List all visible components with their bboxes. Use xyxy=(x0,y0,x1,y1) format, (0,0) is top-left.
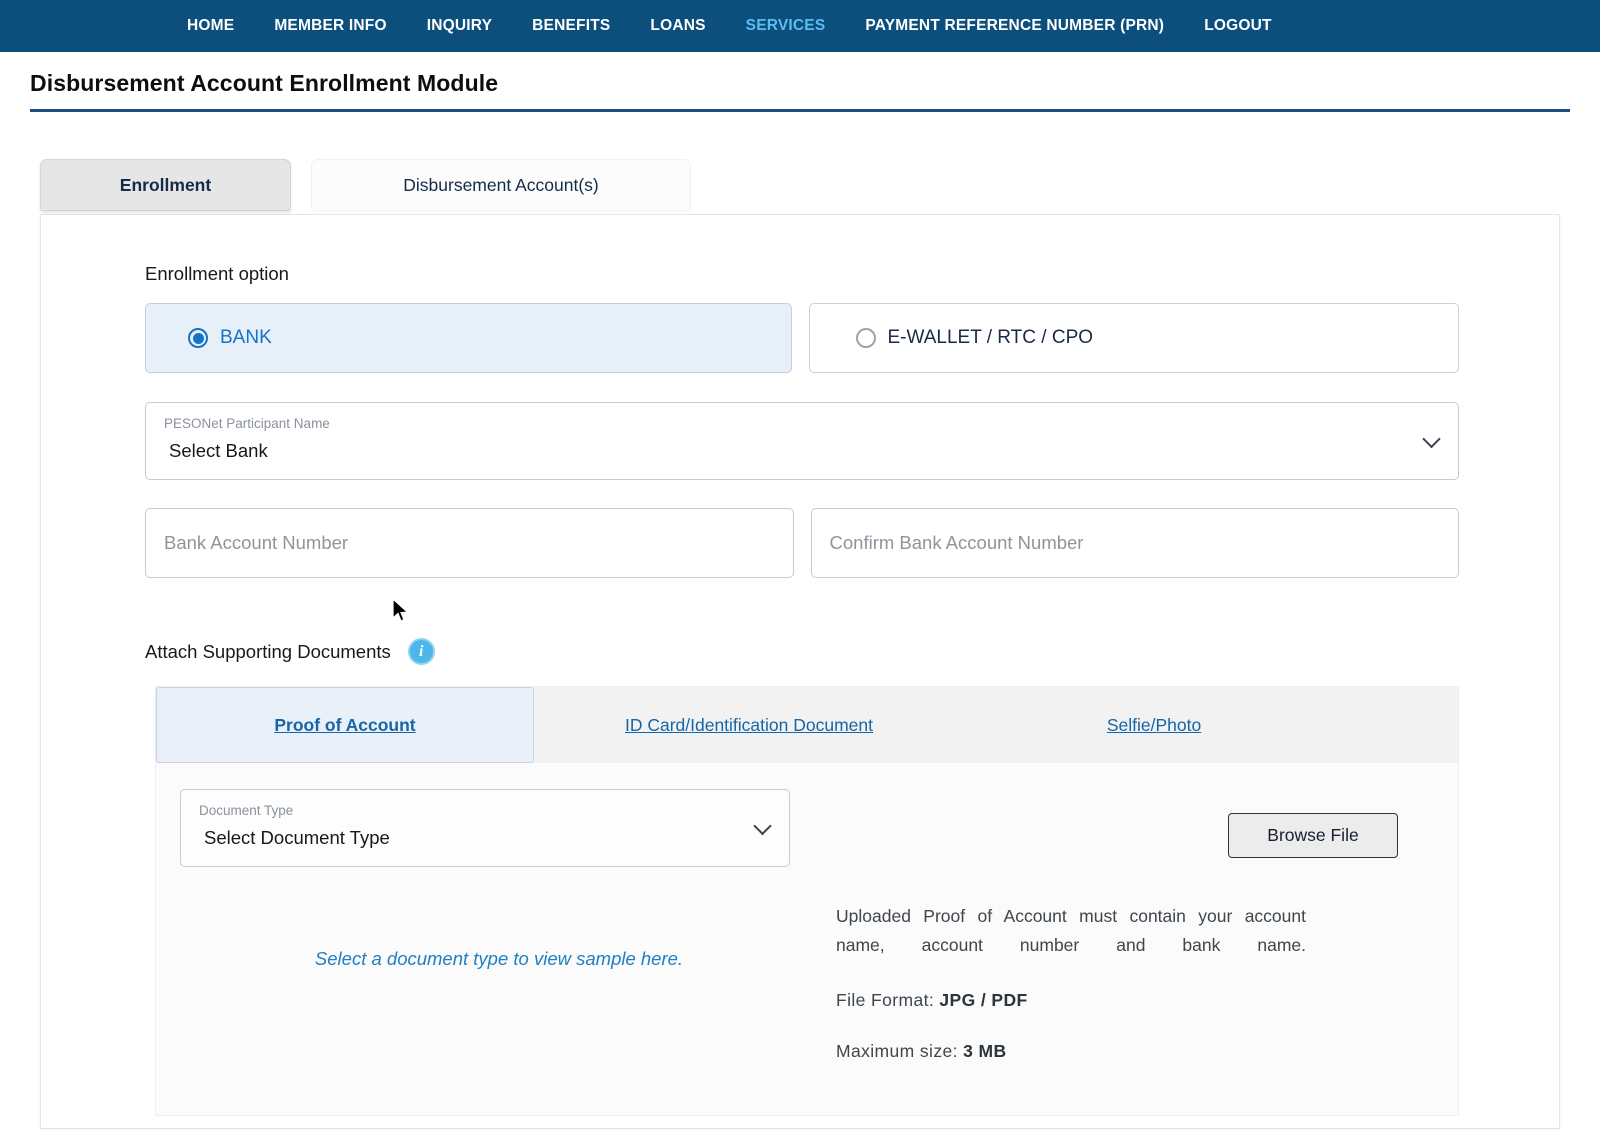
page-header: Disbursement Account Enrollment Module xyxy=(0,52,1600,97)
info-icon[interactable]: i xyxy=(407,638,435,665)
radio-option-ewallet[interactable]: E-WALLET / RTC / CPO xyxy=(808,303,1459,373)
page-title: Disbursement Account Enrollment Module xyxy=(30,70,499,96)
attach-documents-title: Attach Supporting Documents xyxy=(145,640,391,662)
nav-item-benefits[interactable]: BENEFITS xyxy=(512,17,630,35)
doc-tab-selfie-photo-label: Selfie/Photo xyxy=(1106,714,1202,735)
nav-item-payment-reference-number[interactable]: PAYMENT REFERENCE NUMBER (PRN) xyxy=(845,17,1184,35)
nav-item-inquiry[interactable]: INQUIRY xyxy=(407,17,512,35)
pesonet-participant-value: Select Bank xyxy=(169,440,268,461)
nav-item-logout[interactable]: LOGOUT xyxy=(1184,17,1292,35)
nav-item-loans[interactable]: LOANS xyxy=(630,17,725,35)
doc-tab-proof-of-account-label: Proof of Account xyxy=(274,714,416,735)
radio-option-ewallet-label: E-WALLET / RTC / CPO xyxy=(887,327,1094,348)
bank-account-number-input[interactable] xyxy=(145,508,794,578)
document-upload-right: Browse File Uploaded Proof of Account mu… xyxy=(836,789,1458,1115)
document-type-tabstrip: Proof of Account ID Card/Identification … xyxy=(156,687,1458,763)
max-size-row: Maximum size: 3 MB xyxy=(836,1041,1398,1062)
max-size-value: 3 MB xyxy=(963,1041,1007,1061)
radio-unselected-icon xyxy=(855,328,876,348)
file-format-row: File Format: JPG / PDF xyxy=(836,990,1398,1011)
sample-preview-hint: Select a document type to view sample he… xyxy=(314,948,684,969)
document-type-select[interactable]: Document Type Select Document Type xyxy=(180,789,790,867)
module-tabs: Enrollment Disbursement Account(s) xyxy=(40,159,1600,211)
title-divider xyxy=(30,109,1570,112)
pesonet-participant-caption: PESONet Participant Name xyxy=(164,416,330,431)
nav-item-home[interactable]: HOME xyxy=(167,17,254,35)
doc-tab-selfie-photo[interactable]: Selfie/Photo xyxy=(964,687,1344,763)
tab-enrollment-label: Enrollment xyxy=(119,174,212,195)
top-navigation-bar: HOME MEMBER INFO INQUIRY BENEFITS LOANS … xyxy=(0,0,1600,52)
tab-enrollment[interactable]: Enrollment xyxy=(40,159,291,211)
file-format-value: JPG / PDF xyxy=(939,990,1028,1010)
document-upload-left: Document Type Select Document Type Selec… xyxy=(156,789,836,1115)
enrollment-option-group: BANK E-WALLET / RTC / CPO xyxy=(145,303,1459,373)
browse-file-button[interactable]: Browse File xyxy=(1228,813,1398,858)
radio-selected-icon xyxy=(188,328,208,348)
upload-requirements-note: Uploaded Proof of Account must contain y… xyxy=(836,906,1306,955)
radio-option-bank-label: BANK xyxy=(220,327,272,348)
tab-disbursement-accounts[interactable]: Disbursement Account(s) xyxy=(311,159,691,211)
pesonet-participant-select[interactable]: PESONet Participant Name Select Bank xyxy=(145,402,1459,480)
document-type-caption: Document Type xyxy=(199,803,294,818)
doc-tab-id-card-label: ID Card/Identification Document xyxy=(624,714,874,735)
max-size-label: Maximum size: xyxy=(836,1041,958,1061)
nav-item-member-info[interactable]: MEMBER INFO xyxy=(254,17,406,35)
document-type-value: Select Document Type xyxy=(204,827,390,848)
document-upload-body: Document Type Select Document Type Selec… xyxy=(156,763,1458,1115)
tab-disbursement-accounts-label: Disbursement Account(s) xyxy=(403,174,599,195)
bank-account-fields xyxy=(145,508,1459,578)
document-upload-panel: Proof of Account ID Card/Identification … xyxy=(155,686,1459,1116)
confirm-bank-account-number-input[interactable] xyxy=(810,508,1459,578)
enrollment-card: Enrollment option BANK E-WALLET / RTC / … xyxy=(40,214,1560,1129)
doc-tab-proof-of-account[interactable]: Proof of Account xyxy=(156,687,534,763)
file-format-label: File Format: xyxy=(836,990,935,1010)
radio-option-bank[interactable]: BANK xyxy=(145,303,792,373)
attach-documents-header: Attach Supporting Documents i xyxy=(145,638,1459,665)
nav-item-services[interactable]: SERVICES xyxy=(726,17,846,35)
doc-tab-id-card[interactable]: ID Card/Identification Document xyxy=(534,687,964,763)
enrollment-option-label: Enrollment option xyxy=(145,263,289,284)
